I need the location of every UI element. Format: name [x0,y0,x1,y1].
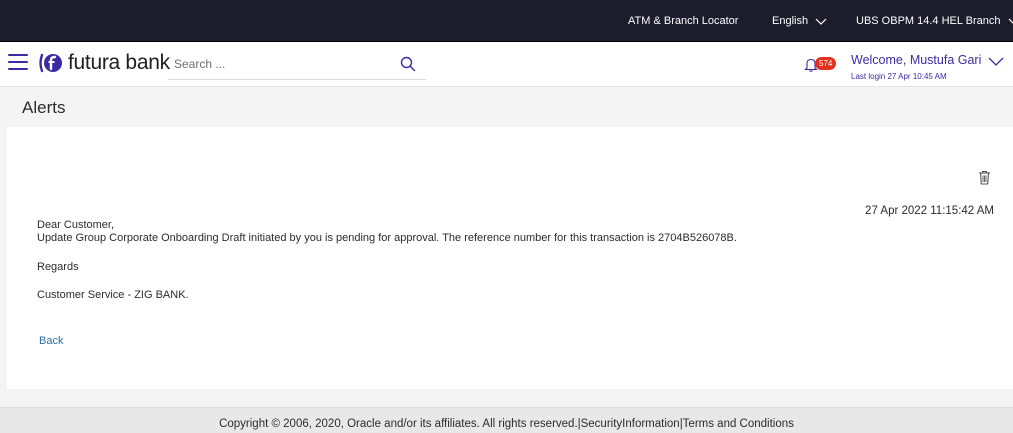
top-bar: ATM & Branch Locator English UBS OBPM 14… [0,0,1013,42]
page-title: Alerts [22,98,66,117]
back-link[interactable]: Back [39,335,63,347]
branch-label: UBS OBPM 14.4 HEL Branch [856,15,1001,27]
welcome-user-text[interactable]: Welcome, Mustufa Gari [851,53,981,67]
language-selector[interactable]: English [772,0,827,42]
last-login-text: Last login 27 Apr 10:45 AM [851,72,947,81]
alert-signature: Customer Service - ZIG BANK. [37,289,189,301]
chevron-down-icon[interactable] [988,57,1004,66]
alert-greeting: Dear Customer, [37,219,115,231]
notification-count-badge[interactable]: 574 [815,57,837,70]
alert-regards: Regards [37,261,79,273]
language-label: English [772,15,809,27]
atm-branch-locator-link[interactable]: ATM & Branch Locator [628,0,738,42]
chevron-down-icon [815,18,827,25]
search-box [168,50,426,80]
main-header: futura bank 574 Welcome, Mustufa Gari La… [0,42,1013,87]
chevron-down-icon [1008,18,1013,24]
alert-message-body: Update Group Corporate Onboarding Draft … [37,232,737,244]
trash-icon[interactable] [978,170,991,185]
branch-selector[interactable]: UBS OBPM 14.4 HEL Branch [856,0,1013,42]
search-input[interactable] [168,50,398,78]
menu-icon[interactable] [8,54,28,70]
futura-logo-icon [39,53,62,73]
brand-logo[interactable]: futura bank [38,51,170,75]
footer: Copyright © 2006, 2020, Oracle and/or it… [0,407,1013,433]
alert-timestamp: 27 Apr 2022 11:15:42 AM [865,205,994,217]
search-icon[interactable] [400,56,416,72]
brand-name: futura bank [68,51,170,74]
alert-detail-panel [7,127,1013,389]
